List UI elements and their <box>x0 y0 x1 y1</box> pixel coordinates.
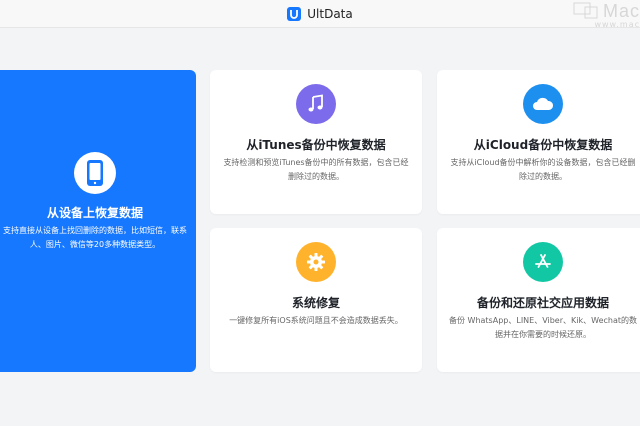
card-description: 支持直接从设备上找回删除的数据，比如短信，联系人、图片、微信等20多种数据类型。 <box>3 226 187 249</box>
card-title: 备份和还原社交应用数据 <box>476 296 609 310</box>
main-content: 从设备上恢复数据 支持直接从设备上找回删除的数据，比如短信，联系人、图片、微信等… <box>0 28 640 426</box>
phone-icon <box>74 152 116 194</box>
window-title: UltData <box>307 6 353 21</box>
system-repair-card[interactable]: 系统修复 一键修复所有iOS系统问题且不会造成数据丢失。 <box>210 228 422 372</box>
card-title: 从iTunes备份中恢复数据 <box>246 138 386 152</box>
social-app-backup-card[interactable]: 备份和还原社交应用数据 备份 WhatsApp、LINE、Viber、Kik、W… <box>437 228 640 372</box>
title-bar: UltData <box>0 0 640 28</box>
recover-from-icloud-card[interactable]: 从iCloud备份中恢复数据 支持从iCloud备份中解析你的设备数据，包含已经… <box>437 70 640 214</box>
card-description: 支持检测和预览iTunes备份中的所有数据，包含已经删除过的数据。 <box>223 158 409 181</box>
card-description: 备份 WhatsApp、LINE、Viber、Kik、Wechat的数据并在你需… <box>449 316 637 339</box>
card-title: 系统修复 <box>291 296 340 310</box>
gear-icon <box>296 242 336 282</box>
recover-from-itunes-card[interactable]: 从iTunes备份中恢复数据 支持检测和预览iTunes备份中的所有数据，包含已… <box>210 70 422 214</box>
ultdata-logo-icon <box>287 6 302 21</box>
card-description: 一键修复所有iOS系统问题且不会造成数据丢失。 <box>229 316 403 325</box>
cloud-icon <box>523 84 563 124</box>
card-title: 从iCloud备份中恢复数据 <box>473 138 613 152</box>
card-title: 从设备上恢复数据 <box>46 206 143 220</box>
music-note-icon <box>296 84 336 124</box>
app-store-icon <box>523 242 563 282</box>
recover-from-device-card[interactable]: 从设备上恢复数据 支持直接从设备上找回删除的数据，比如短信，联系人、图片、微信等… <box>0 70 196 372</box>
card-description: 支持从iCloud备份中解析你的设备数据，包含已经删除过的数据。 <box>450 158 636 181</box>
